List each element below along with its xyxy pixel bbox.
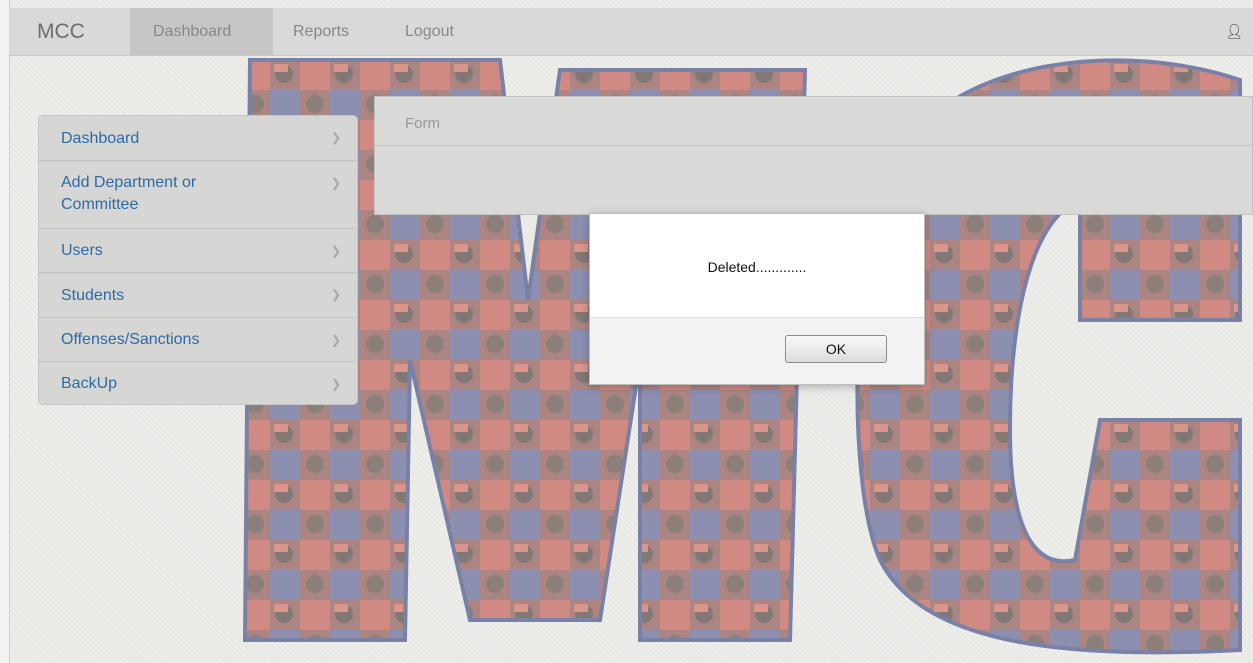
chevron-right-icon: ❯ [330,243,341,258]
alert-dialog: Deleted............. OK [589,213,925,385]
chevron-right-icon: ❯ [330,287,341,302]
sidebar-menu: Dashboard ❯ Add Department or Committee … [38,115,358,405]
sidebar-item-label: Dashboard [61,130,140,147]
sidebar-item-label: Users [61,242,103,259]
top-navbar: MCC Dashboard Reports Logout 👤︎ [9,8,1253,56]
chevron-right-icon: ❯ [330,130,341,145]
form-panel: Form [374,96,1253,215]
form-panel-title: Form [375,97,1252,146]
sidebar-item-label: Students [61,287,125,304]
sidebar-item-offenses[interactable]: Offenses/Sanctions ❯ [39,318,357,362]
nav-logout-link[interactable]: Logout [405,23,454,41]
ok-button[interactable]: OK [785,335,887,363]
dialog-message: Deleted............. [590,214,924,318]
dialog-footer: OK [590,318,924,384]
sidebar-item-label: Offenses/Sanctions [61,331,200,348]
sidebar-item-dashboard[interactable]: Dashboard ❯ [39,116,357,161]
user-icon[interactable]: 👤︎ [1225,23,1243,40]
chevron-right-icon: ❯ [330,176,341,190]
chevron-right-icon: ❯ [330,332,341,347]
nav-reports-link[interactable]: Reports [293,23,349,41]
sidebar-item-students[interactable]: Students ❯ [39,273,357,318]
sidebar-item-users[interactable]: Users ❯ [39,229,357,273]
sidebar-item-label: BackUp [61,375,118,392]
window-left-edge [0,0,10,663]
sidebar-item-add-department[interactable]: Add Department or Committee ❯ [39,161,357,229]
chevron-right-icon: ❯ [330,377,341,391]
sidebar-item-label: Add Department or Committee [61,174,197,213]
sidebar-item-backup[interactable]: BackUp ❯ [39,362,357,404]
brand-logo[interactable]: MCC [37,20,85,44]
nav-dashboard-link[interactable]: Dashboard [153,23,231,41]
